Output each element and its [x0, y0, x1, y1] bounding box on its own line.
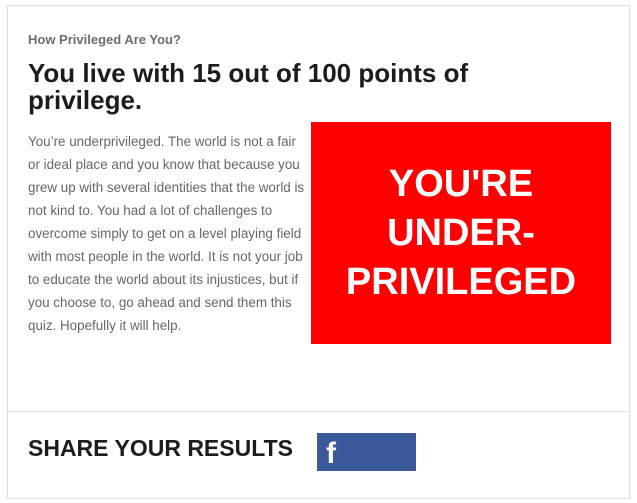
quiz-name: How Privileged Are You? — [28, 32, 181, 47]
result-image-line: UNDER- — [387, 211, 535, 254]
facebook-share-button[interactable]: f — [317, 433, 416, 471]
quiz-result-card: How Privileged Are You? You live with 15… — [7, 5, 630, 499]
result-description: You’re underprivileged. The world is not… — [28, 134, 305, 333]
result-image: YOU'RE UNDER- PRIVILEGED — [311, 122, 611, 344]
result-image-line: YOU'RE — [388, 162, 534, 205]
facebook-icon: f — [326, 437, 336, 470]
section-divider — [8, 411, 629, 412]
result-image-line: PRIVILEGED — [345, 260, 577, 303]
share-results-label: SHARE YOUR RESULTS — [28, 435, 293, 461]
result-headline: You live with 15 out of 100 points of pr… — [28, 58, 469, 115]
